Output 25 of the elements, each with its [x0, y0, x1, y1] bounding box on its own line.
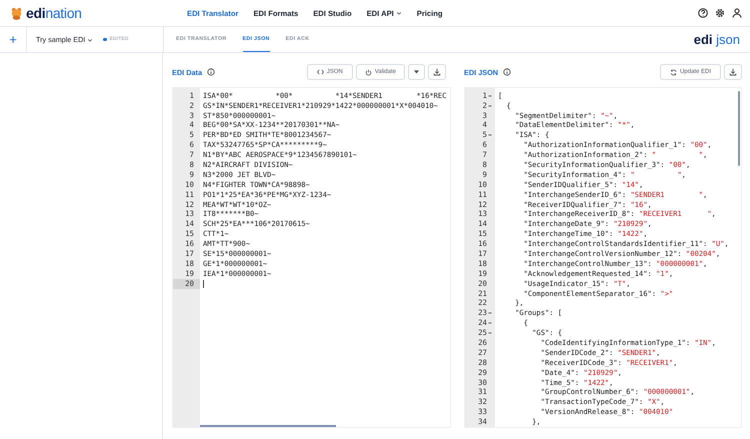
caret-icon: [414, 70, 419, 74]
chevron-down-icon: [396, 10, 402, 16]
help-icon[interactable]: [698, 8, 708, 18]
download-icon: [433, 68, 441, 76]
power-icon: [364, 68, 372, 76]
scrollbar[interactable]: [200, 424, 336, 427]
info-icon: [207, 68, 216, 76]
text-cursor: [203, 280, 204, 288]
refresh-icon: [670, 68, 677, 76]
brand-name: edination: [26, 5, 82, 22]
add-button[interactable]: +: [0, 27, 27, 52]
dropdown-button[interactable]: [408, 64, 425, 80]
settings-icon[interactable]: [715, 8, 725, 18]
json-editor[interactable]: [464, 86, 742, 428]
user-icon[interactable]: [732, 8, 742, 18]
info-icon: [503, 68, 512, 76]
chevron-down-icon: [87, 36, 94, 42]
scrollbar[interactable]: [738, 90, 740, 166]
product-logo: edi json: [694, 32, 740, 47]
code-icon: [316, 69, 324, 76]
download-icon: [729, 68, 737, 76]
mascot-logo-icon: [10, 6, 23, 20]
download-button[interactable]: [724, 64, 742, 80]
download-button[interactable]: [428, 64, 446, 80]
edi-editor[interactable]: [172, 86, 451, 428]
